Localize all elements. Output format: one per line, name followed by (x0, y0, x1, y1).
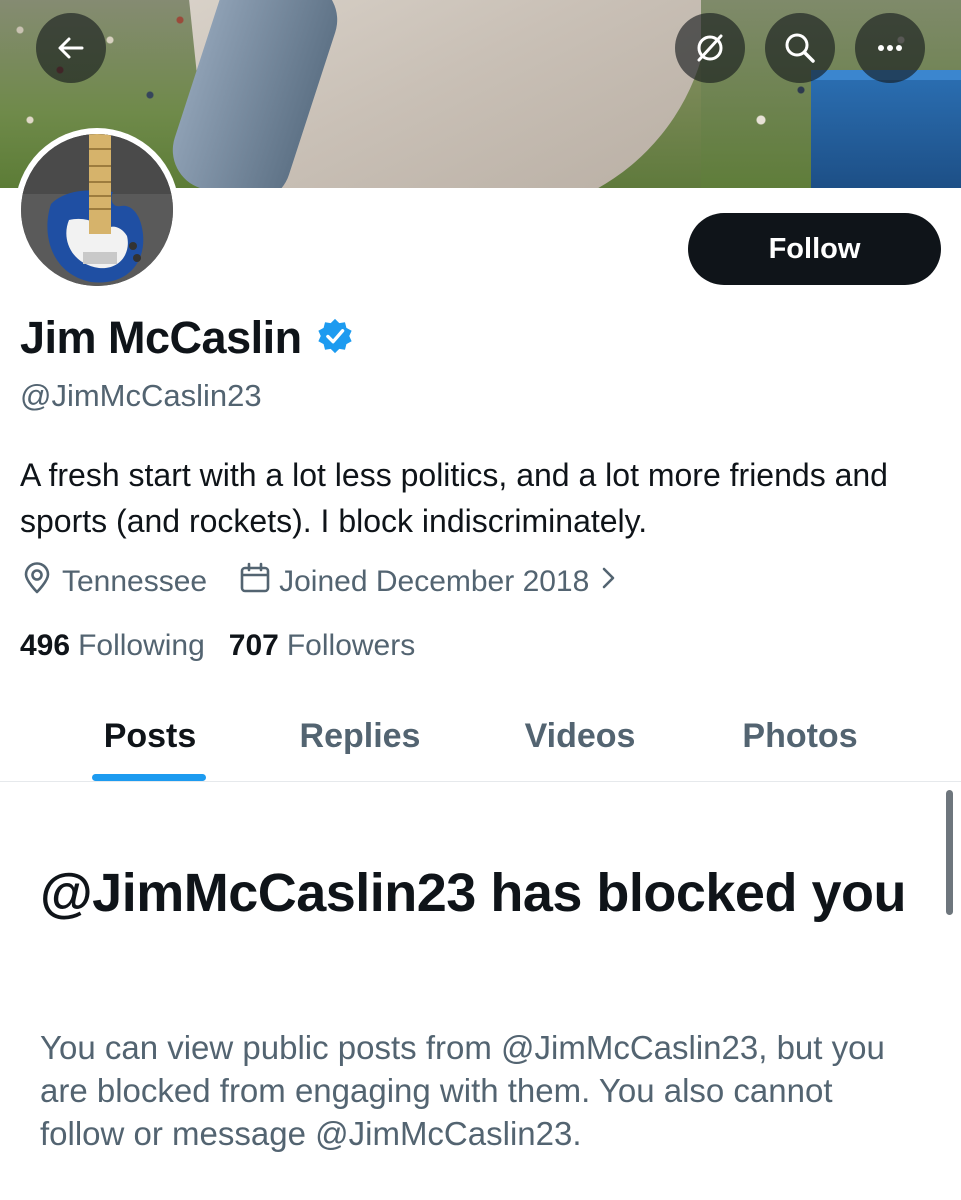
profile-tabs: Posts Replies Videos Photos (0, 690, 961, 782)
avatar[interactable] (15, 128, 179, 292)
profile-name-row: Jim McCaslin (20, 312, 354, 364)
tab-photos-label: Photos (742, 716, 858, 755)
joined-item[interactable]: Joined December 2018 (239, 562, 619, 602)
followers-link[interactable]: 707 Followers (229, 629, 415, 663)
calendar-icon (239, 562, 271, 602)
profile-meta: Tennessee Joined December 2018 (20, 561, 619, 603)
following-label: Following (78, 629, 205, 662)
grok-button[interactable] (675, 13, 745, 83)
follow-button[interactable]: Follow (688, 213, 941, 285)
more-icon (872, 30, 908, 66)
grok-icon (692, 30, 728, 66)
back-button[interactable] (36, 13, 106, 83)
more-button[interactable] (855, 13, 925, 83)
tab-replies-label: Replies (299, 716, 421, 755)
following-link[interactable]: 496 Following (20, 629, 205, 663)
tab-videos-label: Videos (524, 716, 636, 755)
active-tab-indicator (92, 774, 206, 781)
profile-bio: A fresh start with a lot less politics, … (20, 457, 888, 539)
tab-replies[interactable]: Replies (250, 690, 470, 782)
blocked-title: @JimMcCaslin23 has blocked you (40, 863, 906, 923)
follow-counts: 496 Following 707 Followers (20, 629, 439, 663)
followers-count: 707 (228, 629, 279, 662)
tab-posts[interactable]: Posts (40, 690, 260, 782)
following-count: 496 (20, 629, 71, 662)
tab-videos[interactable]: Videos (470, 690, 690, 782)
chevron-right-icon (597, 565, 619, 599)
profile-name: Jim McCaslin (20, 312, 302, 363)
banner-tent (811, 70, 961, 188)
location-text: Tennessee (62, 565, 208, 598)
profile-handle: @JimMcCaslin23 (20, 378, 262, 413)
scrollbar[interactable] (946, 790, 953, 915)
search-icon (782, 30, 818, 66)
blocked-description: You can view public posts from @JimMcCas… (40, 1029, 885, 1152)
location-icon (20, 561, 54, 603)
followers-label: Followers (286, 629, 416, 662)
joined-text: Joined December 2018 (279, 565, 590, 598)
tab-posts-label: Posts (103, 716, 197, 755)
tab-photos[interactable]: Photos (690, 690, 910, 782)
location-item: Tennessee (20, 561, 207, 603)
search-button[interactable] (765, 13, 835, 83)
avatar-image (21, 134, 173, 286)
back-arrow-icon (56, 33, 86, 63)
verified-badge-icon[interactable] (316, 317, 354, 360)
